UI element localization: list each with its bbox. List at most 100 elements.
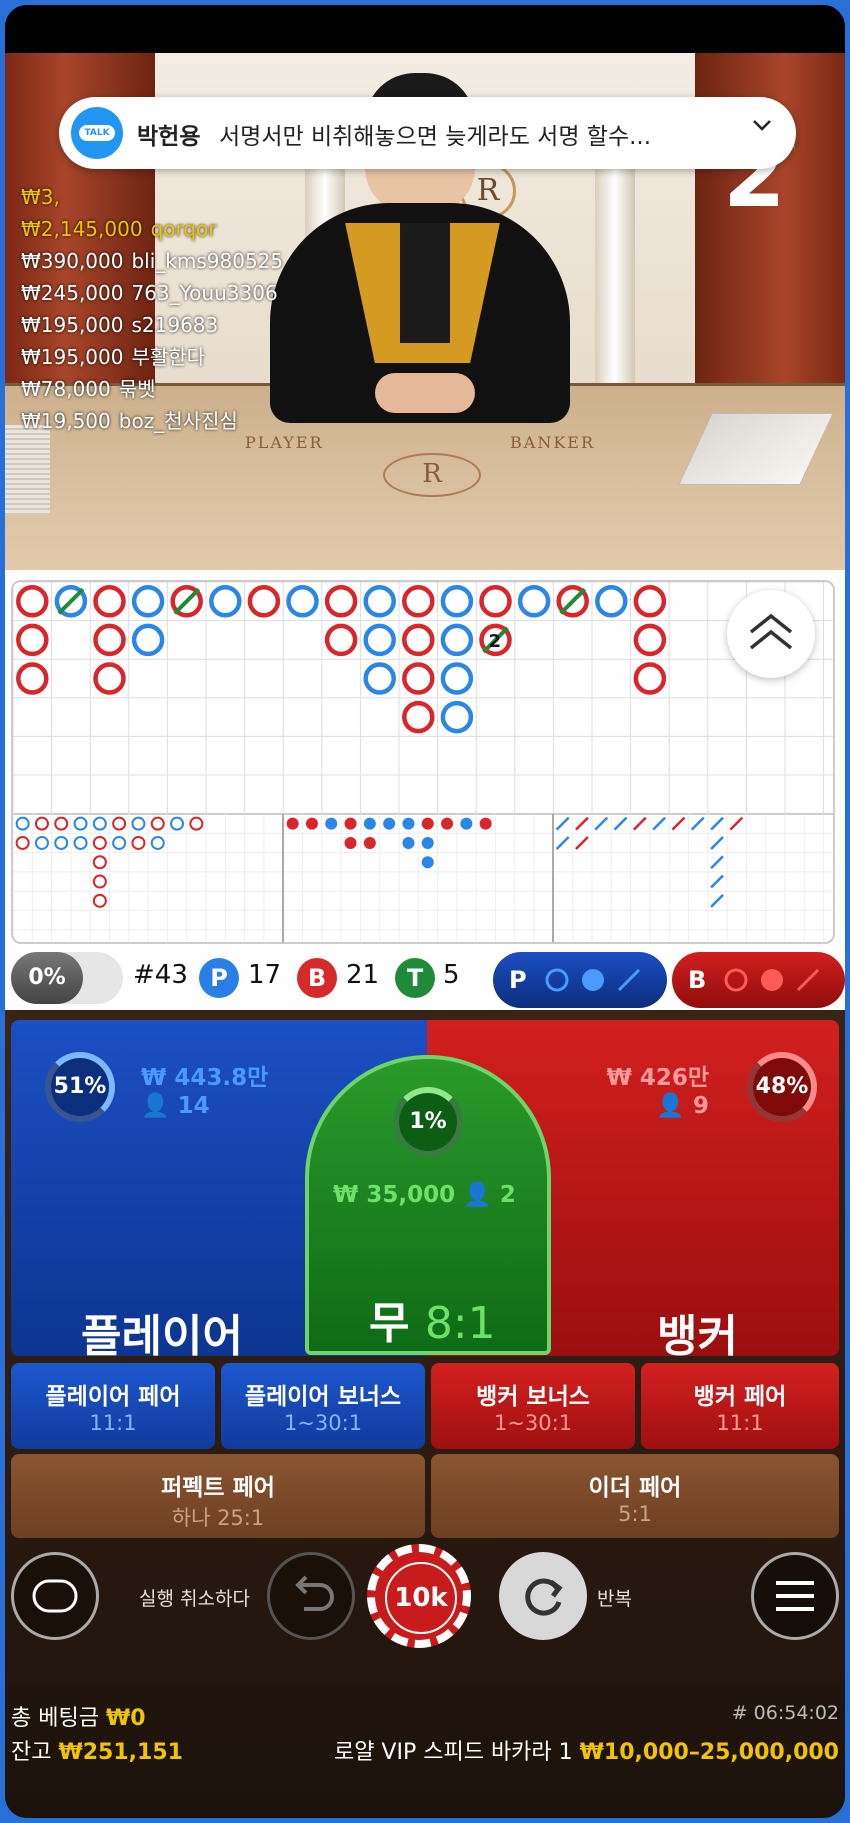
perfect-pair-bet[interactable]: 퍼펙트 페어 하나 25:1 bbox=[11, 1454, 425, 1538]
banker-bonus-label: 뱅커 보너스 bbox=[476, 1384, 590, 1410]
stats-bar: 0% #43 P 17 B 21 T 5 P B bbox=[5, 940, 845, 1010]
leaderboard-name: boz_천사진심 bbox=[118, 409, 238, 433]
banker-bead bbox=[93, 662, 126, 695]
player-bead bbox=[440, 662, 474, 695]
scoreboard: 2 0% #43 P 17 B 21 T 5 P B bbox=[5, 570, 845, 1010]
small-road-dot bbox=[131, 816, 146, 831]
big-eye-dot bbox=[344, 817, 357, 830]
player-bettor-count: 14 bbox=[177, 1093, 210, 1119]
cockroach-mark bbox=[575, 836, 589, 850]
player-bead bbox=[363, 585, 396, 618]
game-id: # 06:54:02 bbox=[731, 1702, 839, 1724]
big-eye-dot bbox=[421, 836, 434, 849]
banker-bead bbox=[16, 623, 49, 657]
small-road-dot bbox=[92, 893, 107, 908]
balance: 잔고 ₩251,151 bbox=[11, 1734, 183, 1766]
player-predict-button[interactable]: P bbox=[493, 952, 667, 1008]
big-eye-dot bbox=[421, 817, 434, 830]
leaderboard-row: ₩78,000 묶벳 bbox=[21, 373, 283, 405]
user-icon: 👤 bbox=[656, 1093, 693, 1119]
leaderboard-name: s219683 bbox=[131, 313, 219, 337]
small-road-dot bbox=[189, 816, 204, 831]
player-amount: ₩ 443.8만 bbox=[141, 1065, 269, 1091]
small-road-dot bbox=[15, 816, 30, 831]
big-eye-dot bbox=[479, 817, 492, 830]
banker-bead bbox=[402, 623, 435, 657]
notification-banner[interactable]: TALK 박헌용 서명서만 비취해놓으면 늦게라도 서명 할수... bbox=[59, 97, 796, 169]
banker-bead bbox=[16, 585, 49, 618]
banker-bonus-odds: 1~30:1 bbox=[493, 1411, 573, 1435]
road-map[interactable]: 2 bbox=[11, 580, 835, 944]
banker-bead bbox=[247, 585, 281, 618]
player-bonus-bet[interactable]: 플레이어 보너스 1~30:1 bbox=[221, 1363, 425, 1449]
small-road-dot bbox=[54, 835, 69, 850]
player-bead bbox=[209, 585, 242, 618]
tie-bettor-count: 2 bbox=[499, 1182, 516, 1208]
leaderboard-row: ₩195,000 s219683 bbox=[21, 309, 283, 341]
leaderboard-row: ₩3, bbox=[21, 181, 283, 213]
tie-count: 5 bbox=[443, 960, 460, 990]
cockroach-mark bbox=[594, 816, 609, 831]
player-bead bbox=[440, 585, 474, 618]
leaderboard-amount: ₩390,000 bbox=[21, 249, 124, 273]
card-stack bbox=[5, 425, 50, 515]
banker-percent-ring: 48% bbox=[747, 1052, 817, 1122]
leaderboard-row: ₩19,500 boz_천사진심 bbox=[21, 405, 283, 437]
menu-button[interactable] bbox=[751, 1552, 839, 1640]
small-road-dot bbox=[112, 816, 127, 831]
dealer-hands bbox=[375, 373, 475, 413]
hamburger-icon bbox=[776, 1581, 814, 1611]
banker-bead bbox=[324, 585, 358, 618]
leaderboard-amount: ₩19,500 bbox=[21, 409, 111, 433]
cockroach-mark bbox=[710, 836, 724, 850]
banker-bettor-count-wrap: 👤 9 bbox=[656, 1092, 709, 1119]
chevron-up-icon bbox=[749, 613, 793, 650]
repeat-icon bbox=[525, 1578, 563, 1616]
banker-bonus-bet[interactable]: 뱅커 보너스 1~30:1 bbox=[431, 1363, 635, 1449]
banker-bead bbox=[402, 700, 435, 734]
tie-percent-ring: 1% bbox=[393, 1087, 463, 1157]
leaderboard-name: 763_Youu3306 bbox=[131, 281, 278, 305]
total-bet-label: 총 베팅금 bbox=[11, 1706, 99, 1731]
player-label: 플레이어 bbox=[81, 1311, 243, 1362]
big-eye-dot bbox=[383, 817, 396, 830]
chat-button[interactable] bbox=[11, 1552, 99, 1640]
small-road-dot bbox=[54, 816, 69, 831]
banker-pair-label: 뱅커 페어 bbox=[693, 1384, 787, 1410]
predict-banker-icons bbox=[724, 968, 820, 992]
banker-amount: ₩ 426만 bbox=[606, 1065, 709, 1091]
player-bead bbox=[440, 700, 474, 734]
player-pair-bet[interactable]: 플레이어 페어 11:1 bbox=[11, 1363, 215, 1449]
tie-bet-zone[interactable]: 1% ₩ 35,000 👤 2 무 8:1 bbox=[305, 1055, 551, 1355]
small-road-dot bbox=[73, 816, 88, 831]
leaderboard-amount: ₩245,000 bbox=[21, 281, 124, 305]
betting-area: 51% ₩ 443.8만 👤 14 플레이어 ₩ 426만 👤 9 48% 뱅커… bbox=[5, 1010, 845, 1818]
banker-bettor-count: 9 bbox=[692, 1093, 709, 1119]
chip-selector[interactable]: 10k bbox=[367, 1544, 471, 1648]
leaderboard-amount: ₩195,000 bbox=[21, 313, 124, 337]
small-road-dot bbox=[150, 835, 165, 850]
leaderboard-amount: ₩2,145,000 bbox=[21, 217, 143, 241]
notification-message: 서명서만 비취해놓으면 늦게라도 서명 할수... bbox=[219, 124, 652, 150]
player-bead bbox=[363, 623, 396, 657]
expand-scoreboard-button[interactable] bbox=[727, 590, 815, 678]
small-road-dot bbox=[170, 816, 185, 831]
repeat-button[interactable] bbox=[499, 1552, 587, 1640]
tie-label-wrap: 무 8:1 bbox=[369, 1287, 496, 1351]
big-eye-dot bbox=[305, 817, 318, 830]
small-road-dot bbox=[92, 855, 107, 870]
chevron-down-icon[interactable] bbox=[750, 113, 774, 143]
player-bead bbox=[131, 585, 165, 618]
dealer-shirt bbox=[400, 223, 450, 343]
banker-predict-button[interactable]: B bbox=[672, 952, 845, 1008]
percent-toggle[interactable]: 0% bbox=[11, 952, 123, 1004]
banker-pair-bet[interactable]: 뱅커 페어 11:1 bbox=[641, 1363, 839, 1449]
leaderboard-row: ₩195,000 부활한다 bbox=[21, 341, 283, 373]
perfect-pair-odds: 하나 25:1 bbox=[171, 1506, 265, 1530]
either-pair-bet[interactable]: 이더 페어 5:1 bbox=[431, 1454, 839, 1538]
predict-banker-letter: B bbox=[688, 966, 707, 994]
banker-bead bbox=[479, 585, 512, 618]
banker-label: 뱅커 bbox=[657, 1311, 738, 1362]
undo-button[interactable] bbox=[267, 1552, 355, 1640]
cockroach-mark bbox=[710, 816, 724, 831]
